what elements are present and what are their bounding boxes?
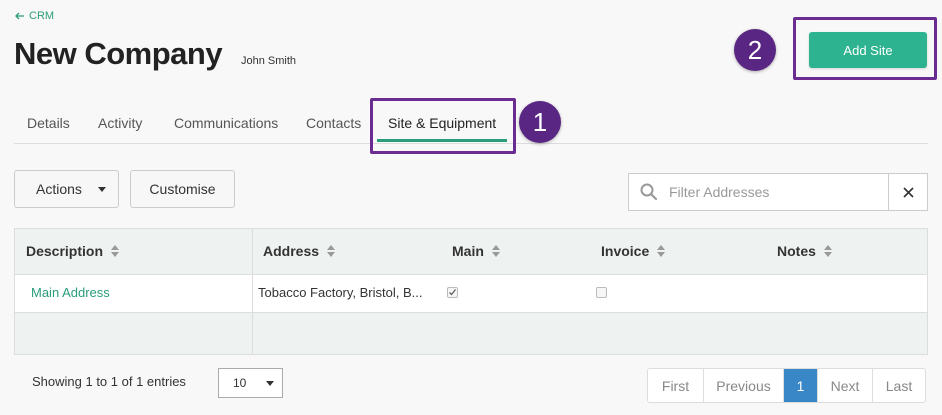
tab-details[interactable]: Details [27,115,70,131]
page-next-button[interactable]: Next [818,369,873,402]
check-icon [449,289,457,296]
sort-icon [327,245,336,257]
sort-icon [491,245,500,257]
sort-icon [657,245,666,257]
back-to-crm-link[interactable]: CRM [15,10,54,22]
search-icon [629,174,669,210]
caret-down-icon [266,381,274,386]
column-header-invoice[interactable]: Invoice [601,243,666,259]
close-icon [902,186,914,198]
sort-icon [111,245,120,257]
addresses-table: Description Address Main Invoice Notes M… [14,228,928,355]
table-header: Description Address Main Invoice Notes [15,229,927,275]
caret-down-icon [98,187,106,192]
actions-label: Actions [36,181,82,197]
callout-step-2: 2 [734,29,776,71]
entries-info: Showing 1 to 1 of 1 entries [32,374,186,389]
owner-name: John Smith [241,55,297,67]
page-first-button[interactable]: First [648,369,704,402]
page-previous-button[interactable]: Previous [704,369,784,402]
tab-contacts[interactable]: Contacts [306,115,361,131]
page-last-button[interactable]: Last [873,369,925,402]
column-header-main[interactable]: Main [452,243,500,259]
pagination: First Previous 1 Next Last [647,368,926,403]
page-length-select[interactable]: 10 [218,368,283,398]
page-1-button[interactable]: 1 [784,369,818,402]
page-length-value: 10 [233,376,247,390]
column-divider [252,229,253,354]
clear-filter-button[interactable] [888,174,927,210]
callout-step-1: 1 [519,101,561,143]
customise-button[interactable]: Customise [130,170,235,208]
filter-addresses [628,173,928,211]
invoice-checkbox[interactable] [596,287,607,298]
column-header-address[interactable]: Address [263,243,336,259]
sort-icon [823,245,832,257]
actions-dropdown-button[interactable]: Actions [14,170,119,208]
column-header-notes[interactable]: Notes [777,243,832,259]
page-title: New Company [14,36,223,71]
table-row: Main Address Tobacco Factory, Bristol, B… [15,275,927,313]
main-checkbox[interactable] [447,287,458,298]
arrow-left-icon [15,12,24,20]
tab-communications[interactable]: Communications [174,115,278,131]
add-site-button[interactable]: Add Site [809,32,927,68]
back-label: CRM [29,10,55,22]
column-header-description[interactable]: Description [26,243,120,259]
tab-activity[interactable]: Activity [98,115,142,131]
table-empty-row [15,313,927,354]
description-link[interactable]: Main Address [31,285,110,300]
filter-addresses-input[interactable] [669,174,888,210]
address-cell: Tobacco Factory, Bristol, B... [258,285,423,300]
site-equipment-highlight [370,98,516,154]
